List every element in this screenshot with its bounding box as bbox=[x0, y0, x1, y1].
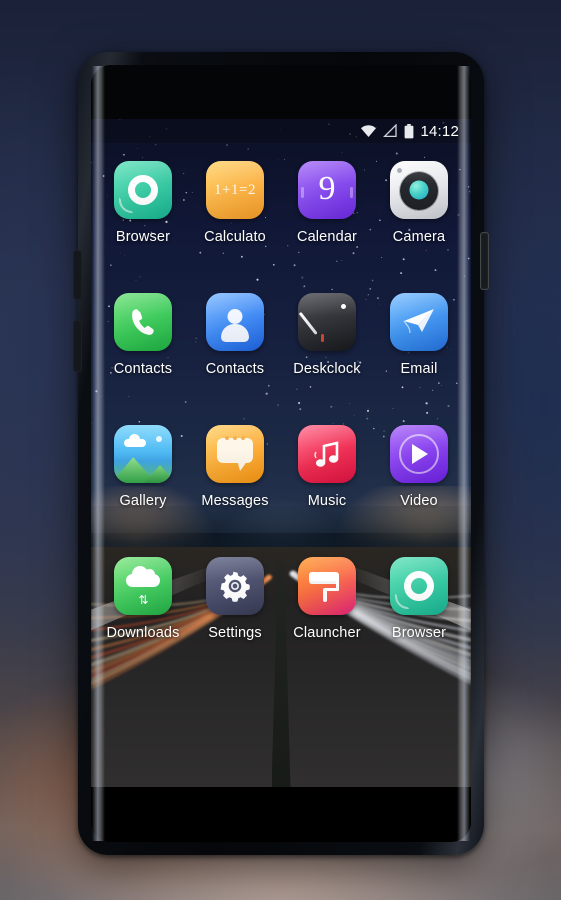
phone-icon[interactable] bbox=[114, 293, 172, 351]
browser-icon[interactable] bbox=[390, 557, 448, 615]
app-label: Settings bbox=[208, 625, 262, 641]
download-cloud bbox=[126, 566, 160, 587]
app-label: Browser bbox=[115, 229, 171, 245]
volume-up-button[interactable] bbox=[73, 250, 82, 300]
app-settings-r3c1[interactable]: Settings bbox=[189, 557, 281, 689]
bubble-dot-3 bbox=[241, 436, 245, 440]
app-contacts-r1c1[interactable]: Contacts bbox=[189, 293, 281, 425]
clock-hand bbox=[298, 311, 318, 335]
email-icon[interactable] bbox=[390, 293, 448, 351]
clock-marker-dot bbox=[341, 304, 346, 309]
app-camera-r0c3[interactable]: Camera bbox=[373, 161, 465, 293]
top-bezel bbox=[91, 65, 471, 119]
contact-body bbox=[221, 324, 249, 342]
contacts-icon[interactable] bbox=[206, 293, 264, 351]
app-label: Calendar bbox=[296, 229, 358, 245]
app-grid: Browser 1+1=2 Calculato 9 Calendar Camera bbox=[91, 143, 471, 787]
app-gallery-r2c0[interactable]: Gallery bbox=[97, 425, 189, 557]
app-label: Camera bbox=[392, 229, 446, 245]
volume-down-button[interactable] bbox=[73, 320, 82, 372]
app-label: Video bbox=[400, 493, 438, 509]
app-label: Messages bbox=[201, 493, 269, 509]
power-button[interactable] bbox=[480, 232, 489, 290]
camera-lens-glass bbox=[409, 180, 429, 200]
app-browser-r3c3[interactable]: Browser bbox=[373, 557, 465, 689]
download-arrows: ⇅ bbox=[138, 593, 148, 607]
app-music-r2c2[interactable]: Music bbox=[281, 425, 373, 557]
status-bar[interactable]: 14:12 bbox=[91, 119, 471, 143]
bubble-dot-2 bbox=[233, 436, 237, 440]
gallery-hill-right bbox=[144, 465, 172, 483]
settings-icon[interactable] bbox=[206, 557, 264, 615]
play-triangle-icon bbox=[411, 444, 428, 464]
speech-bubble bbox=[217, 438, 253, 463]
wifi-icon bbox=[361, 125, 377, 137]
app-label: Deskclock bbox=[293, 361, 361, 377]
app-label: Contacts bbox=[205, 361, 265, 377]
paper-plane-glyph bbox=[403, 308, 434, 333]
app-calculato-r0c1[interactable]: 1+1=2 Calculato bbox=[189, 161, 281, 293]
app-label: Contacts bbox=[113, 361, 173, 377]
calendar-icon[interactable]: 9 bbox=[298, 161, 356, 219]
app-messages-r2c1[interactable]: Messages bbox=[189, 425, 281, 557]
browser-icon[interactable] bbox=[114, 161, 172, 219]
phone-screen: 14:12 Browser 1+1=2 Calculato 9 Calendar Ca… bbox=[91, 65, 471, 842]
calculator-glyph: 1+1=2 bbox=[214, 181, 256, 198]
paint-roller-grip bbox=[323, 588, 327, 602]
clauncher-icon[interactable] bbox=[298, 557, 356, 615]
gallery-cloud bbox=[124, 434, 146, 447]
app-label: Downloads bbox=[106, 625, 180, 641]
app-deskclock-r1c2[interactable]: Deskclock bbox=[281, 293, 373, 425]
app-label: Browser bbox=[391, 625, 447, 641]
gallery-icon[interactable] bbox=[114, 425, 172, 483]
app-label: Email bbox=[400, 361, 438, 377]
music-note-glyph bbox=[314, 441, 339, 467]
paint-roller-head bbox=[309, 572, 339, 584]
bubble-dot-1 bbox=[225, 436, 229, 440]
app-video-r2c3[interactable]: Video bbox=[373, 425, 465, 557]
gallery-sun bbox=[156, 436, 162, 442]
app-email-r1c3[interactable]: Email bbox=[373, 293, 465, 425]
app-label: Calculato bbox=[204, 229, 266, 245]
calendar-day-number: 9 bbox=[318, 170, 336, 207]
deskclock-icon[interactable] bbox=[298, 293, 356, 351]
phone-device: 14:12 Browser 1+1=2 Calculato 9 Calendar Ca… bbox=[73, 52, 489, 855]
app-browser-r0c0[interactable]: Browser bbox=[97, 161, 189, 293]
gear-icon bbox=[220, 571, 250, 602]
app-label: Gallery bbox=[119, 493, 167, 509]
clock-red-marker bbox=[321, 334, 324, 342]
contact-head bbox=[227, 309, 243, 324]
battery-icon bbox=[405, 123, 414, 138]
bottom-bezel bbox=[91, 787, 471, 842]
video-icon[interactable] bbox=[390, 425, 448, 483]
app-label: Music bbox=[307, 493, 347, 509]
messages-icon[interactable] bbox=[206, 425, 264, 483]
app-clauncher-r3c2[interactable]: Clauncher bbox=[281, 557, 373, 689]
handset-glyph bbox=[132, 309, 154, 335]
downloads-icon[interactable]: ⇅ bbox=[114, 557, 172, 615]
music-icon[interactable] bbox=[298, 425, 356, 483]
camera-sensor-dot bbox=[397, 168, 402, 173]
app-contacts-r1c0[interactable]: Contacts bbox=[97, 293, 189, 425]
calculator-icon[interactable]: 1+1=2 bbox=[206, 161, 264, 219]
app-calendar-r0c2[interactable]: 9 Calendar bbox=[281, 161, 373, 293]
app-downloads-r3c0[interactable]: ⇅ Downloads bbox=[97, 557, 189, 689]
status-bar-clock: 14:12 bbox=[420, 122, 459, 140]
camera-icon[interactable] bbox=[390, 161, 448, 219]
browser-ring bbox=[128, 175, 158, 205]
app-label: Clauncher bbox=[293, 625, 361, 641]
paint-roller-arm bbox=[325, 588, 339, 591]
signal-icon bbox=[383, 124, 398, 138]
browser-ring bbox=[404, 571, 434, 601]
